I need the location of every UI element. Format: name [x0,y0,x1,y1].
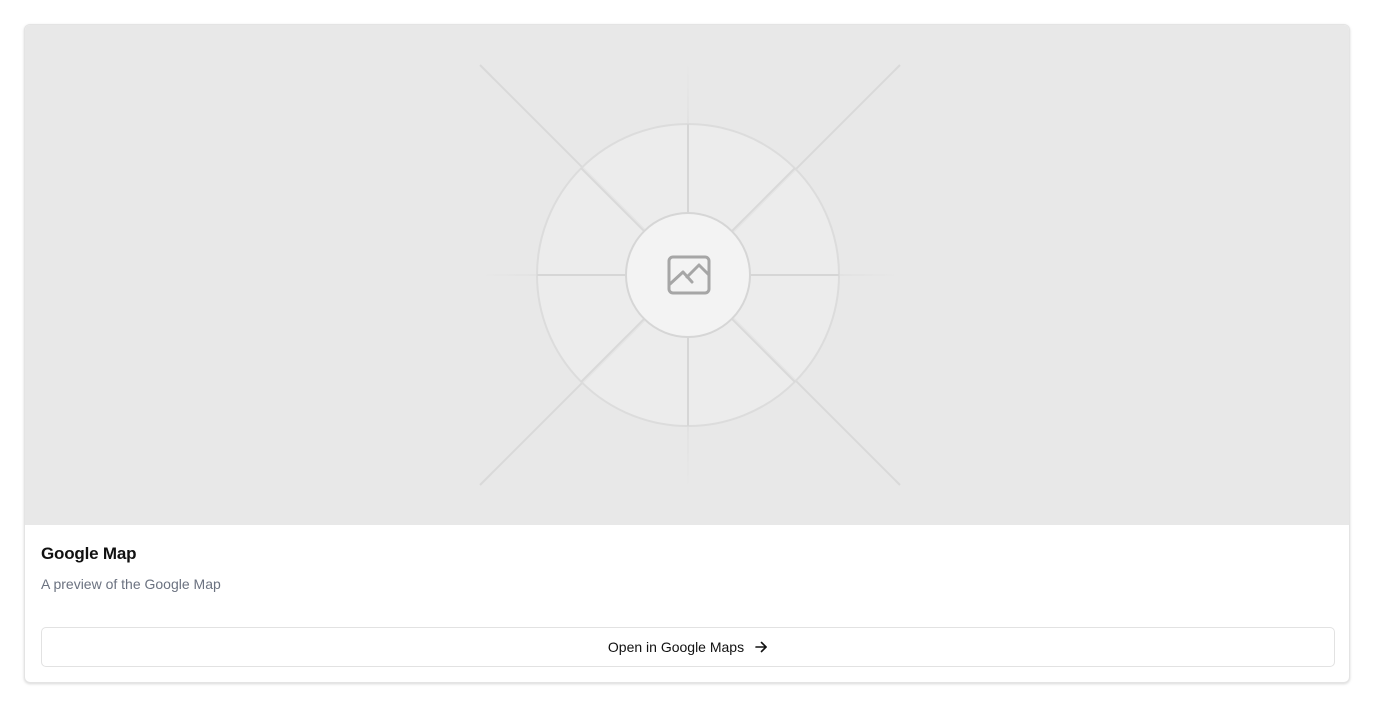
placeholder-graphic [479,60,901,490]
open-button-label: Open in Google Maps [607,639,745,655]
card-description: A preview of the Google Map [41,576,221,592]
map-card: Google Map A preview of the Google Map O… [24,24,1350,683]
map-preview-placeholder [25,25,1349,525]
arrow-right-icon [755,641,767,653]
card-title: Google Map [41,544,137,563]
open-in-google-maps-button[interactable]: Open in Google Maps [41,627,1335,667]
